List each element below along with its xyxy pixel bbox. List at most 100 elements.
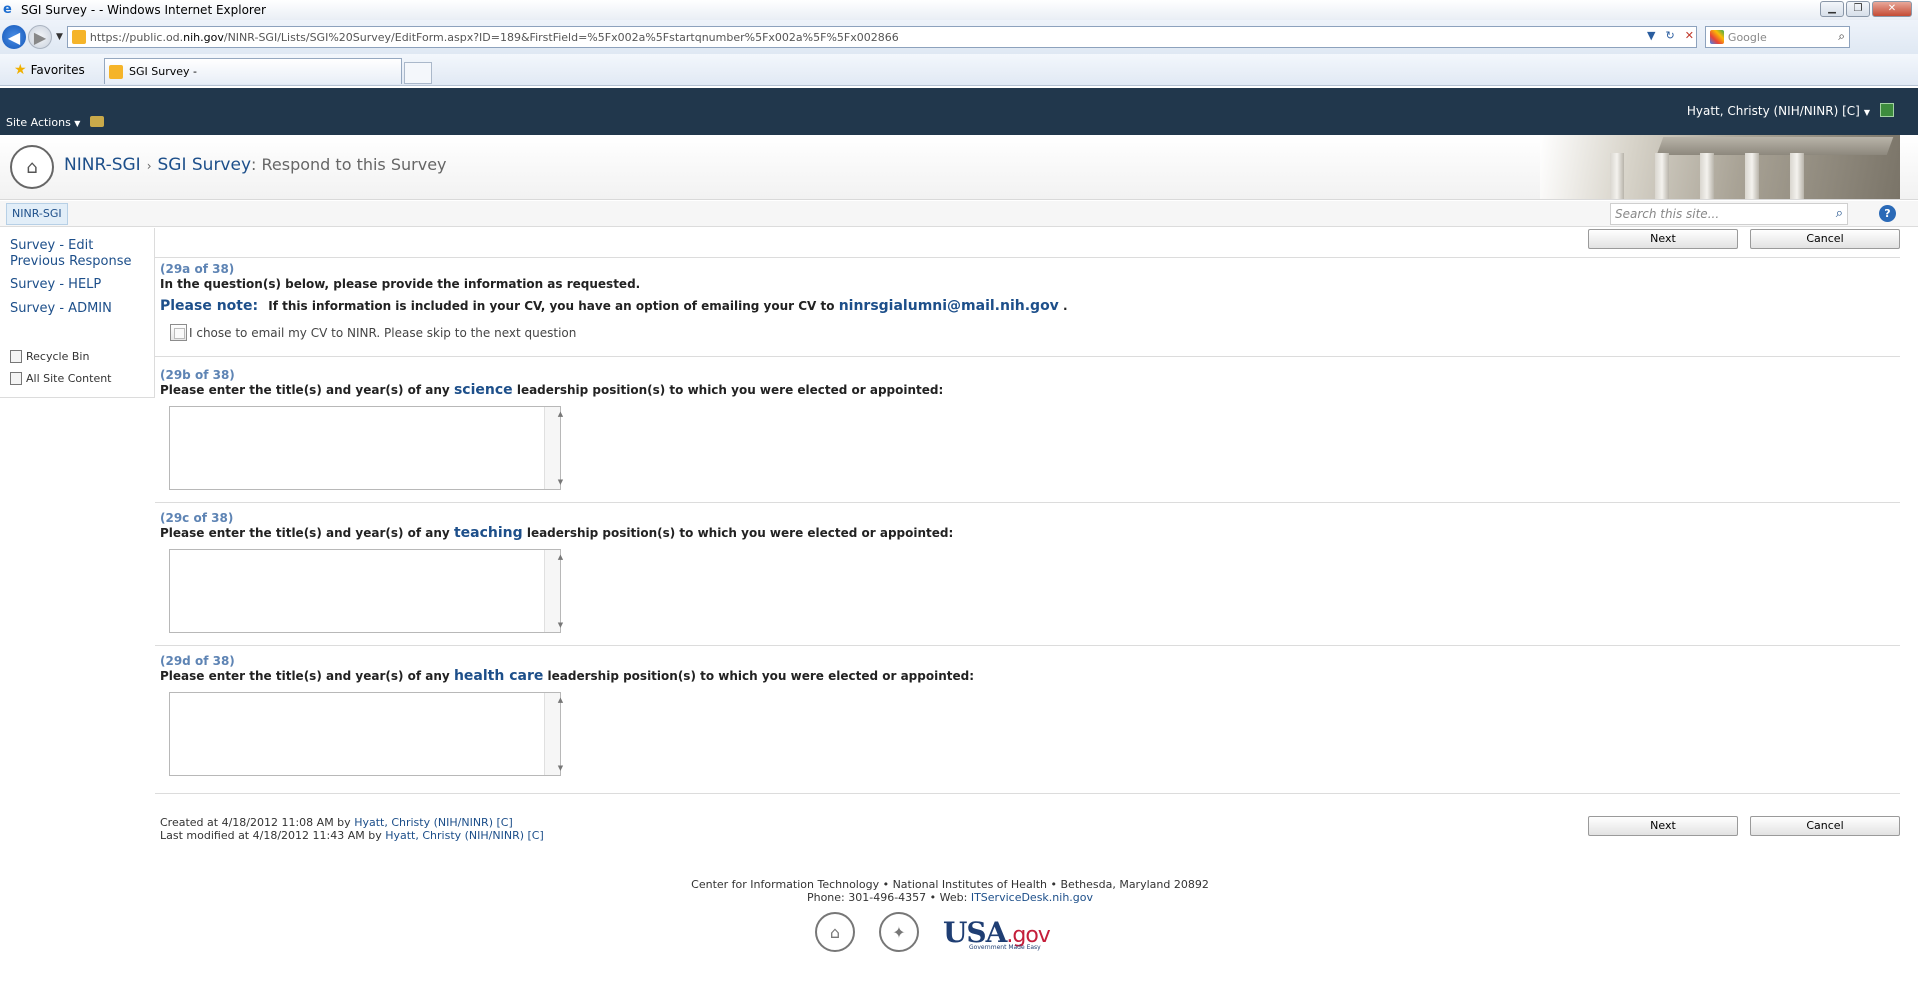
header-banner-image <box>1540 135 1900 199</box>
cancel-button-bottom[interactable]: Cancel <box>1750 816 1900 836</box>
question-text-post: leadership position(s) to which you were… <box>526 526 954 540</box>
search-icon[interactable]: ⌕ <box>1838 29 1845 44</box>
user-menu[interactable]: Hyatt, Christy (NIH/NINR) [C] ▼ <box>1687 104 1870 118</box>
minimize-icon[interactable]: ▁ <box>1820 1 1844 17</box>
divider <box>155 793 1900 794</box>
question-emphasis: teaching <box>453 525 523 541</box>
question-text-pre: Please enter the title(s) and year(s) of… <box>160 526 450 540</box>
window-controls: ▁ ❐ ✕ <box>1820 1 1912 17</box>
excel-icon[interactable] <box>1880 103 1894 117</box>
new-tab-button[interactable] <box>404 62 432 84</box>
address-bar[interactable]: https://public.od. nih.gov/NINR-SGI/Lists… <box>66 26 1697 48</box>
restore-icon[interactable]: ❐ <box>1846 1 1870 17</box>
stop-icon[interactable]: ✕ <box>1685 29 1694 42</box>
question-29a: (29a of 38) In the question(s) below, pl… <box>155 262 1900 357</box>
modified-by-link[interactable]: Hyatt, Christy (NIH/NINR) [C] <box>385 829 544 842</box>
sharepoint-ribbon: Site Actions ▼ Hyatt, Christy (NIH/NINR)… <box>0 88 1918 135</box>
browser-search-box[interactable]: Google ⌕ <box>1704 26 1850 48</box>
site-title-bar: ⌂ NINR-SGI › SGI Survey: Respond to this S… <box>0 135 1918 200</box>
scroll-down-icon[interactable]: ▼ <box>553 764 569 772</box>
url-host: nih.gov <box>183 30 224 44</box>
email-cv-checkbox-label: I chose to email my CV to NINR. Please s… <box>189 325 577 340</box>
page-footer: Center for Information Technology • Nati… <box>0 878 1900 904</box>
address-dropdown-icon[interactable]: ▼ <box>1647 29 1655 42</box>
chevron-down-icon: ▼ <box>1863 108 1870 117</box>
cancel-button-top[interactable]: Cancel <box>1750 229 1900 249</box>
health-care-leadership-textarea[interactable]: ▲ ▼ <box>169 692 563 776</box>
scroll-down-icon[interactable]: ▼ <box>553 621 569 629</box>
created-text: Created at 4/18/2012 11:08 AM by <box>160 816 351 829</box>
footer-contact: Phone: 301-496-4357 • Web: ITServiceDesk… <box>0 891 1900 904</box>
question-text: Please enter the title(s) and year(s) of… <box>160 382 1895 398</box>
favorites-label: Favorites <box>30 62 85 77</box>
cv-email-link[interactable]: ninrsgialumni@mail.nih.gov <box>839 298 1059 314</box>
all-site-content-link[interactable]: All Site Content <box>10 372 112 385</box>
question-number: (29a of 38) <box>160 262 235 276</box>
refresh-icon[interactable]: ↻ <box>1665 29 1674 42</box>
breadcrumb-site[interactable]: NINR-SGI <box>64 155 141 175</box>
nih-seal-icon[interactable]: ⌂ <box>815 912 855 952</box>
forward-button[interactable]: ▶ <box>28 25 52 49</box>
question-text: In the question(s) below, please provide… <box>160 277 641 291</box>
favorites-button[interactable]: ★ Favorites <box>14 62 85 78</box>
next-button-top[interactable]: Next <box>1588 229 1738 249</box>
modified-line: Last modified at 4/18/2012 11:43 AM by H… <box>160 829 544 842</box>
breadcrumb-list[interactable]: SGI Survey <box>158 155 252 175</box>
search-icon[interactable]: ⌕ <box>1836 204 1843 224</box>
teaching-leadership-textarea[interactable]: ▲ ▼ <box>169 549 563 633</box>
site-actions-label: Site Actions <box>6 116 71 129</box>
window-title: SGI Survey - - Windows Internet Explorer <box>21 3 266 17</box>
footer-address: Center for Information Technology • Nati… <box>691 878 1209 891</box>
science-leadership-textarea[interactable]: ▲ ▼ <box>169 406 563 490</box>
textarea-scrollbar[interactable]: ▲ ▼ <box>544 550 563 632</box>
scroll-up-icon[interactable]: ▲ <box>553 553 569 561</box>
note-end: . <box>1063 299 1068 313</box>
email-cv-checkbox-row[interactable]: I chose to email my CV to NINR. Please s… <box>170 324 576 341</box>
url-prefix: https://public.od. <box>89 30 184 44</box>
question-number: (29d of 38) <box>160 654 235 668</box>
browser-tab-active[interactable]: SGI Survey - <box>104 58 402 84</box>
created-line: Created at 4/18/2012 11:08 AM by Hyatt, … <box>160 816 544 829</box>
page-icon <box>71 30 86 44</box>
next-button-bottom[interactable]: Next <box>1588 816 1738 836</box>
history-dropdown-icon[interactable]: ▼ <box>56 32 63 42</box>
nih-seal-logo[interactable]: ⌂ <box>10 145 54 189</box>
navigate-up-folder-icon[interactable] <box>90 116 104 127</box>
created-by-link[interactable]: Hyatt, Christy (NIH/NINR) [C] <box>354 816 513 829</box>
favorites-bar: ★ Favorites SGI Survey - <box>0 54 1918 86</box>
scroll-up-icon[interactable]: ▲ <box>553 410 569 418</box>
address-row: ◀ ▶ ▼ https://public.od. nih.gov/NINR-SGI… <box>0 20 1918 54</box>
textarea-scrollbar[interactable]: ▲ ▼ <box>544 693 563 775</box>
back-button[interactable]: ◀ <box>2 25 26 49</box>
divider <box>155 356 1900 357</box>
it-service-desk-link[interactable]: ITServiceDesk.nih.gov <box>971 891 1093 904</box>
scroll-down-icon[interactable]: ▼ <box>553 478 569 486</box>
scroll-up-icon[interactable]: ▲ <box>553 696 569 704</box>
close-icon[interactable]: ✕ <box>1872 1 1912 17</box>
cv-note: Please note: If this information is incl… <box>160 298 1068 314</box>
note-text: If this information is included in your … <box>268 299 835 313</box>
modified-text: Last modified at 4/18/2012 11:43 AM by <box>160 829 382 842</box>
site-search-placeholder: Search this site... <box>1615 207 1720 221</box>
site-search-input[interactable]: Search this site... ⌕ <box>1610 203 1848 225</box>
question-text-pre: Please enter the title(s) and year(s) of… <box>160 383 450 397</box>
nav-link-edit-previous-response[interactable]: Survey - Edit Previous Response <box>0 238 140 270</box>
question-text-pre: Please enter the title(s) and year(s) of… <box>160 669 450 683</box>
divider <box>155 502 1900 503</box>
ie-logo-icon: e <box>3 2 12 17</box>
divider <box>155 257 1900 258</box>
nav-link-survey-help[interactable]: Survey - HELP <box>0 277 101 293</box>
textarea-scrollbar[interactable]: ▲ ▼ <box>544 407 563 489</box>
email-cv-checkbox[interactable] <box>170 324 187 341</box>
recycle-bin-link[interactable]: Recycle Bin <box>10 350 89 363</box>
site-actions-menu[interactable]: Site Actions ▼ <box>6 116 80 129</box>
hhs-seal-icon[interactable]: ✦ <box>879 912 919 952</box>
help-icon[interactable]: ? <box>1879 205 1896 222</box>
nav-tab-home[interactable]: NINR-SGI <box>6 203 68 225</box>
usagov-logo[interactable]: USA.gov Government Made Easy <box>943 916 1051 951</box>
question-text-post: leadership position(s) to which you were… <box>547 669 975 683</box>
star-icon: ★ <box>14 61 27 78</box>
tab-label: SGI Survey - <box>129 65 197 78</box>
recycle-bin-label: Recycle Bin <box>26 350 90 363</box>
nav-link-survey-admin[interactable]: Survey - ADMIN <box>0 301 112 317</box>
